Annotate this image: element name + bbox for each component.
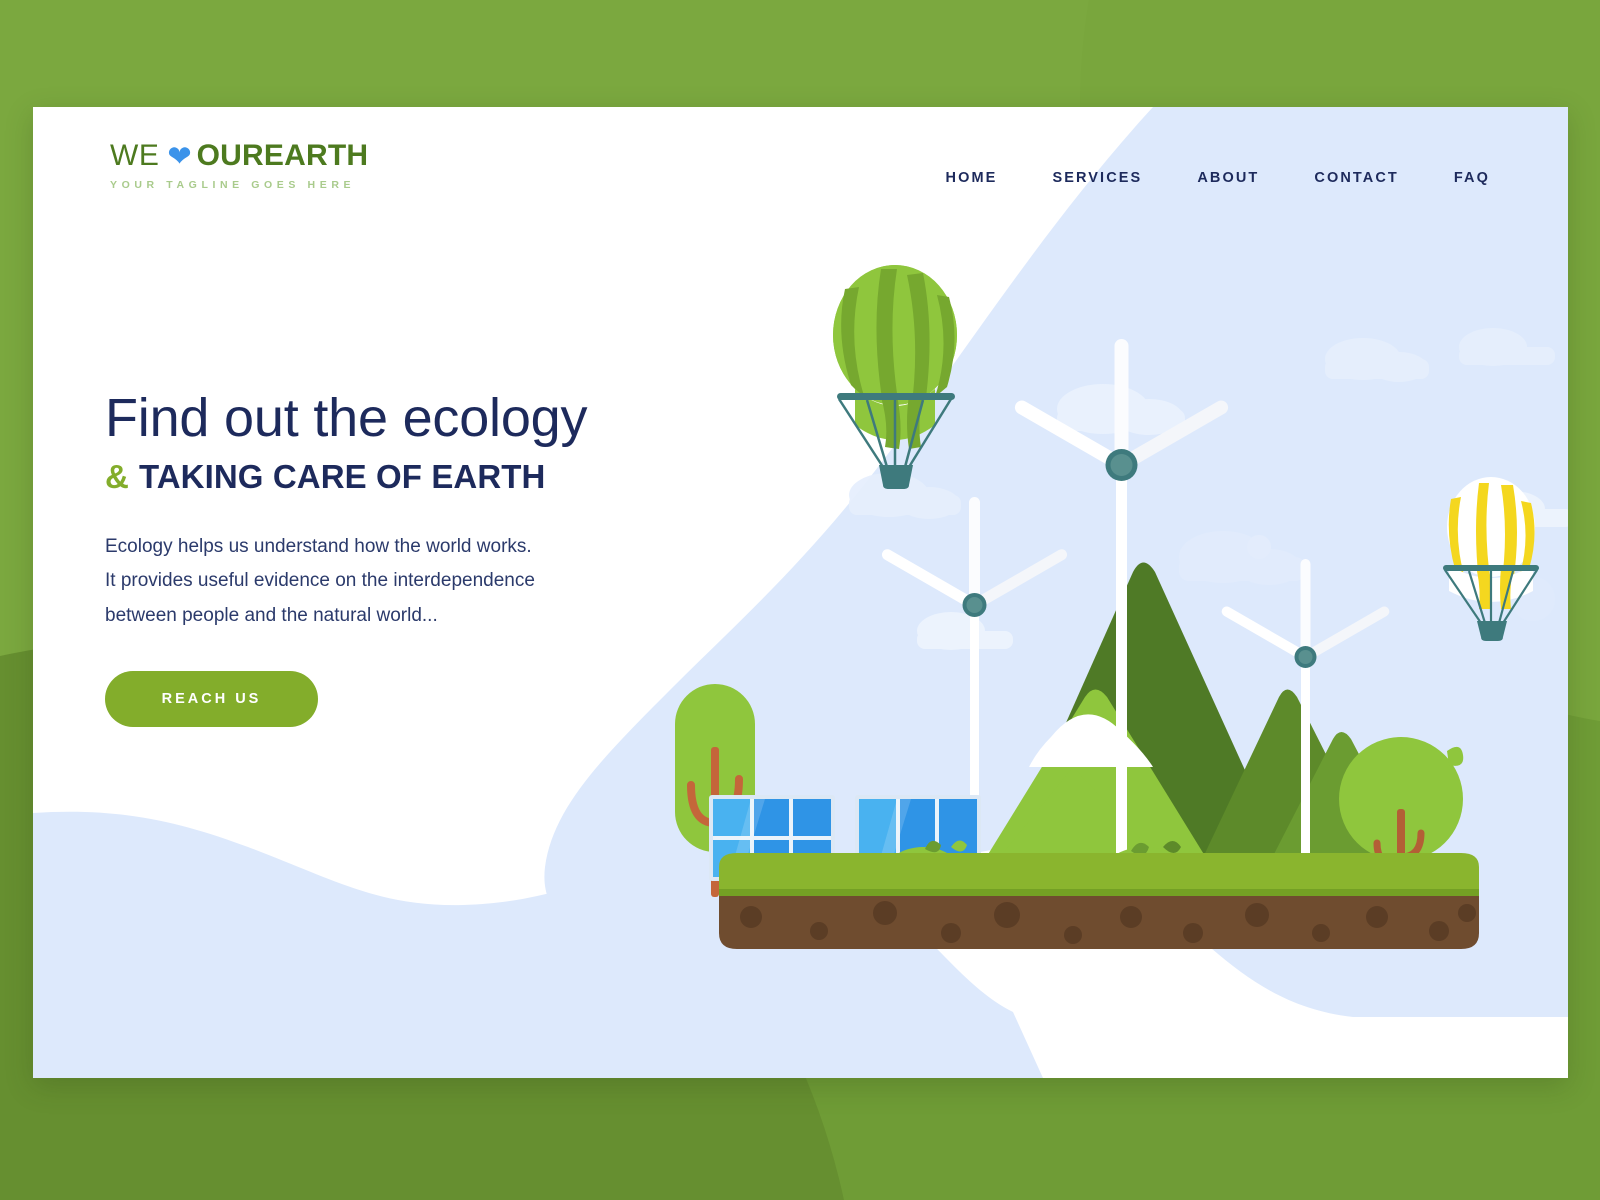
reach-us-button[interactable]: REACH US: [105, 671, 318, 728]
brand-word-ourearth: OUREARTH: [196, 139, 369, 172]
nav-item-faq[interactable]: FAQ: [1454, 164, 1490, 192]
brand-logo[interactable]: WE ❤ OUREARTH YOUR TAGLINE GOES HERE: [110, 139, 369, 192]
hero-description: Ecology helps us understand how the worl…: [105, 530, 725, 634]
nav-item-about[interactable]: ABOUT: [1197, 164, 1259, 192]
hero-headline-secondary: & TAKING CARE OF EARTH: [105, 459, 725, 495]
brand-word-we: WE: [110, 139, 160, 172]
ground-platform: [719, 853, 1479, 949]
brand-tagline: YOUR TAGLINE GOES HERE: [110, 179, 356, 191]
hero-headline-secondary-text: TAKING CARE OF EARTH: [138, 458, 546, 496]
hero-headline-primary: Find out the ecology: [105, 388, 588, 448]
nav-item-services[interactable]: SERVICES: [1052, 164, 1142, 192]
main-navigation: HOME SERVICES ABOUT CONTACT FAQ: [946, 164, 1490, 192]
hot-air-balloon-green: [833, 265, 957, 489]
mountain-group: [963, 562, 1433, 895]
eco-landscape-illustration: [633, 227, 1568, 967]
brand-title: WE ❤ OUREARTH: [110, 139, 369, 173]
site-header: WE ❤ OUREARTH YOUR TAGLINE GOES HERE HOM…: [33, 107, 1568, 257]
landing-page-card: WE ❤ OUREARTH YOUR TAGLINE GOES HERE HOM…: [33, 107, 1568, 1078]
heart-icon: ❤: [167, 140, 192, 173]
nav-item-home[interactable]: HOME: [946, 164, 998, 192]
hero-ampersand: &: [105, 458, 129, 496]
hero-description-line-2: It provides useful evidence on the inter…: [105, 570, 535, 592]
nav-item-contact[interactable]: CONTACT: [1314, 164, 1399, 192]
hero-description-line-1: Ecology helps us understand how the worl…: [105, 535, 532, 557]
cloud-group: [849, 328, 1568, 650]
hero-description-line-3: between people and the natural world...: [105, 604, 438, 626]
hero-section: Find out the ecology & TAKING CARE OF EAR…: [105, 388, 725, 728]
